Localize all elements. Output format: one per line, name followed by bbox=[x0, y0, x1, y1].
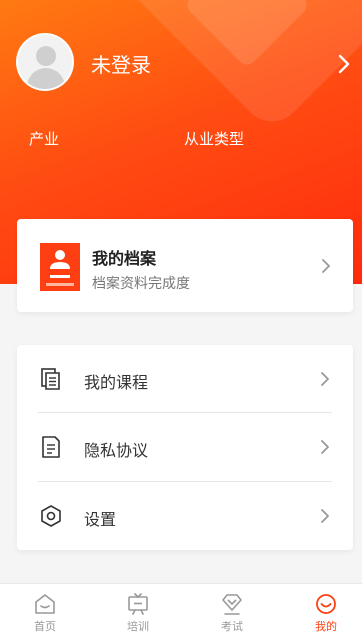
tab-home[interactable]: 首页 bbox=[0, 584, 90, 633]
tab-label: 首页 bbox=[34, 620, 56, 633]
tab-mine[interactable]: 我的 bbox=[281, 584, 362, 633]
menu-item-label: 我的课程 bbox=[84, 373, 149, 392]
archive-subtitle: 档案资料完成度 bbox=[92, 276, 190, 292]
hexagon-settings-icon bbox=[41, 505, 61, 527]
my-archive-card[interactable]: 我的档案 档案资料完成度 bbox=[17, 219, 353, 312]
chevron-right-icon bbox=[321, 440, 329, 454]
menu-item-settings[interactable]: 设置 bbox=[17, 482, 353, 550]
tab-exam[interactable]: 考试 bbox=[187, 584, 277, 633]
document-profile-icon bbox=[40, 243, 80, 291]
tab-label: 我的 bbox=[315, 620, 337, 633]
home-icon bbox=[35, 594, 55, 614]
avatar-head-shape bbox=[36, 46, 56, 66]
gem-exam-icon bbox=[222, 594, 242, 615]
tab-label: 培训 bbox=[127, 620, 149, 633]
chevron-right-icon bbox=[322, 259, 330, 273]
menu-item-label: 设置 bbox=[84, 510, 117, 529]
smile-icon bbox=[316, 594, 336, 614]
menu-item-label: 隐私协议 bbox=[84, 441, 149, 460]
avatar-body-shape bbox=[27, 68, 65, 89]
document-icon bbox=[42, 436, 60, 458]
copy-document-icon bbox=[41, 368, 60, 390]
menu-item-my-courses[interactable]: 我的课程 bbox=[17, 345, 353, 413]
bottom-tab-bar: 首页 培训 考试 我的 bbox=[0, 583, 362, 633]
menu-item-privacy-agreement[interactable]: 隐私协议 bbox=[17, 413, 353, 481]
chevron-right-icon bbox=[321, 372, 329, 386]
chevron-right-icon[interactable] bbox=[334, 54, 354, 74]
job-type-label[interactable]: 从业类型 bbox=[184, 128, 244, 149]
chevron-right-icon bbox=[321, 509, 329, 523]
menu-card: 我的课程 隐私协议 设置 bbox=[17, 345, 353, 550]
industry-label[interactable]: 产业 bbox=[29, 128, 59, 149]
tab-label: 考试 bbox=[221, 620, 243, 633]
tab-training[interactable]: 培训 bbox=[93, 584, 183, 633]
training-screen-icon bbox=[128, 593, 148, 615]
archive-title: 我的档案 bbox=[92, 249, 157, 268]
username-login-prompt[interactable]: 未登录 bbox=[91, 52, 151, 78]
avatar[interactable] bbox=[16, 33, 74, 91]
